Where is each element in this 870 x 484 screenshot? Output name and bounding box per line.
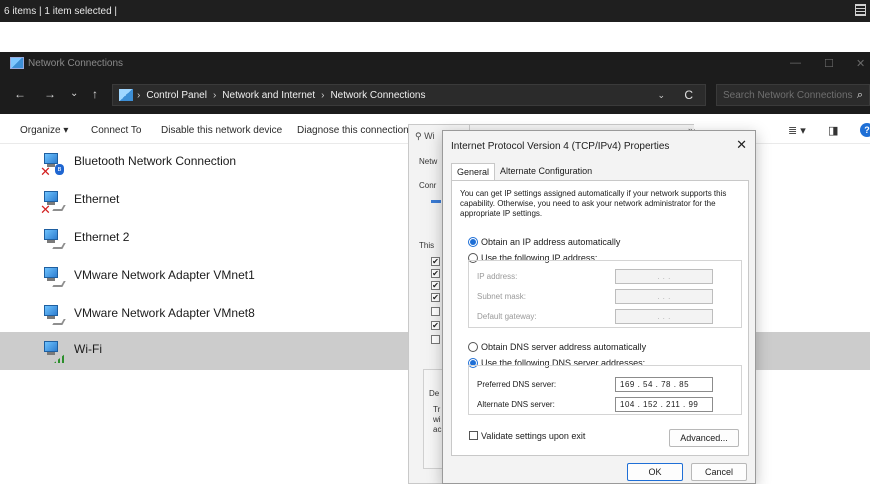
ip-address-group: IP address: . . . Subnet mask: . . . Def… xyxy=(468,260,742,328)
forward-arrow-icon[interactable]: → xyxy=(44,88,56,100)
subnet-mask-label: Subnet mask: xyxy=(477,292,526,301)
breadcrumb-network-and-internet[interactable]: Network and Internet xyxy=(222,90,315,101)
status-bar: 6 items | 1 item selected | xyxy=(0,0,870,22)
default-gateway-field[interactable]: . . . xyxy=(615,309,713,324)
component-checkbox[interactable]: ✔ xyxy=(431,257,440,266)
window-title: Network Connections xyxy=(28,58,124,69)
title-bar: Network Connections — ☐ ✕ xyxy=(0,52,870,76)
alternate-dns-field[interactable]: 104 . 152 . 211 . 99 xyxy=(615,397,713,412)
obtain-ip-auto-radio[interactable]: Obtain an IP address automatically xyxy=(468,237,620,247)
minimize-button[interactable]: — xyxy=(790,57,801,69)
component-checkbox[interactable]: ✔ xyxy=(431,321,440,330)
preferred-dns-field[interactable]: 169 . 54 . 78 . 85 xyxy=(615,377,713,392)
organize-menu[interactable]: Organize ▾ xyxy=(20,125,68,136)
component-checkbox[interactable] xyxy=(431,335,440,344)
obtain-dns-auto-radio[interactable]: Obtain DNS server address automatically xyxy=(468,342,646,352)
cancel-button[interactable]: Cancel xyxy=(691,463,747,481)
search-input[interactable]: Search Network Connections ⌕ xyxy=(716,84,870,106)
diagnose-connection-button[interactable]: Diagnose this connection xyxy=(297,125,409,136)
tab-general[interactable]: General xyxy=(451,163,496,180)
intro-text: You can get IP settings assigned automat… xyxy=(460,189,727,218)
wifi-dialog-title: ⚲ Wi xyxy=(415,131,435,141)
breadcrumb: › Control Panel › Network and Internet ›… xyxy=(137,90,426,101)
component-checkbox[interactable]: ✔ xyxy=(431,269,440,278)
ethernet-icon xyxy=(42,265,66,291)
subnet-mask-field[interactable]: . . . xyxy=(615,289,713,304)
connection-name: Ethernet 2 xyxy=(74,230,130,244)
search-placeholder: Search Network Connections xyxy=(723,90,853,101)
maximize-button[interactable]: ☐ xyxy=(824,57,834,70)
radio-selected-icon xyxy=(468,237,478,247)
dialog-tabs: General Alternate Configuration xyxy=(451,163,597,180)
component-checkbox[interactable]: ✔ xyxy=(431,281,440,290)
connect-to-button[interactable]: Connect To xyxy=(91,125,141,136)
ethernet-icon: ✕ xyxy=(40,189,66,216)
networking-tab[interactable]: Netw xyxy=(419,157,437,166)
control-panel-icon xyxy=(119,89,133,101)
advanced-button[interactable]: Advanced... xyxy=(669,429,739,447)
dialog-title: Internet Protocol Version 4 (TCP/IPv4) P… xyxy=(451,141,670,152)
ipv4-properties-dialog: Internet Protocol Version 4 (TCP/IPv4) P… xyxy=(442,130,756,484)
search-icon: ⌕ xyxy=(856,89,863,101)
component-checkbox[interactable]: ✔ xyxy=(431,293,440,302)
alternate-dns-label: Alternate DNS server: xyxy=(477,400,555,409)
component-checkbox[interactable] xyxy=(431,307,440,316)
wifi-icon xyxy=(42,339,66,365)
breadcrumb-control-panel[interactable]: Control Panel xyxy=(146,90,207,101)
tab-alternate-configuration[interactable]: Alternate Configuration xyxy=(495,163,597,180)
connect-using-label: Conr xyxy=(419,181,437,190)
address-dropdown-icon[interactable]: ⌄ xyxy=(657,90,665,101)
description-text: ac xyxy=(433,425,442,434)
preview-pane-button[interactable]: ◨ xyxy=(828,124,838,137)
bluetooth-network-icon: ✕ ʙ xyxy=(40,151,66,178)
dns-server-group: Preferred DNS server: 169 . 54 . 78 . 85… xyxy=(468,365,742,415)
details-view-icon[interactable] xyxy=(855,4,866,16)
ok-button[interactable]: OK xyxy=(627,463,683,481)
connection-name: VMware Network Adapter VMnet8 xyxy=(74,306,255,320)
validate-settings-checkbox[interactable]: Validate settings upon exit xyxy=(469,431,585,441)
connection-name: Bluetooth Network Connection xyxy=(74,154,237,168)
connection-name: VMware Network Adapter VMnet1 xyxy=(74,268,255,282)
breadcrumb-network-connections[interactable]: Network Connections xyxy=(330,90,425,101)
description-label: De xyxy=(429,389,440,398)
dialog-close-button[interactable]: ✕ xyxy=(736,137,747,153)
refresh-icon[interactable]: C xyxy=(684,88,693,102)
help-icon[interactable]: ? xyxy=(860,123,870,137)
close-window-button[interactable]: ✕ xyxy=(856,57,865,70)
up-arrow-icon[interactable]: ↑ xyxy=(92,88,98,100)
default-gateway-label: Default gateway: xyxy=(477,312,537,321)
ethernet-icon xyxy=(42,227,66,253)
ip-address-field[interactable]: . . . xyxy=(615,269,713,284)
status-text: 6 items | 1 item selected | xyxy=(4,6,118,17)
view-toggle xyxy=(855,4,866,16)
connection-name: Wi-Fi xyxy=(74,342,102,356)
description-text: Tr xyxy=(433,405,441,414)
view-options-button[interactable]: ≣ ▾ xyxy=(788,124,806,137)
back-arrow-icon[interactable]: ← xyxy=(14,88,26,100)
disable-device-button[interactable]: Disable this network device xyxy=(161,125,282,136)
preferred-dns-label: Preferred DNS server: xyxy=(477,380,557,389)
address-bar[interactable]: › Control Panel › Network and Internet ›… xyxy=(112,84,706,106)
general-panel: You can get IP settings assigned automat… xyxy=(451,180,749,456)
radio-unselected-icon xyxy=(468,342,478,352)
recent-locations-icon[interactable]: ⌄ xyxy=(70,88,78,100)
this-connection-label: This xyxy=(419,241,435,250)
checkbox-unchecked-icon xyxy=(469,431,478,440)
description-text: wi xyxy=(433,415,441,424)
ip-address-label: IP address: xyxy=(477,272,518,281)
network-connections-app-icon xyxy=(10,57,24,69)
ethernet-icon xyxy=(42,303,66,329)
connection-name: Ethernet xyxy=(74,192,120,206)
adapter-icon: ▬ xyxy=(431,195,441,206)
